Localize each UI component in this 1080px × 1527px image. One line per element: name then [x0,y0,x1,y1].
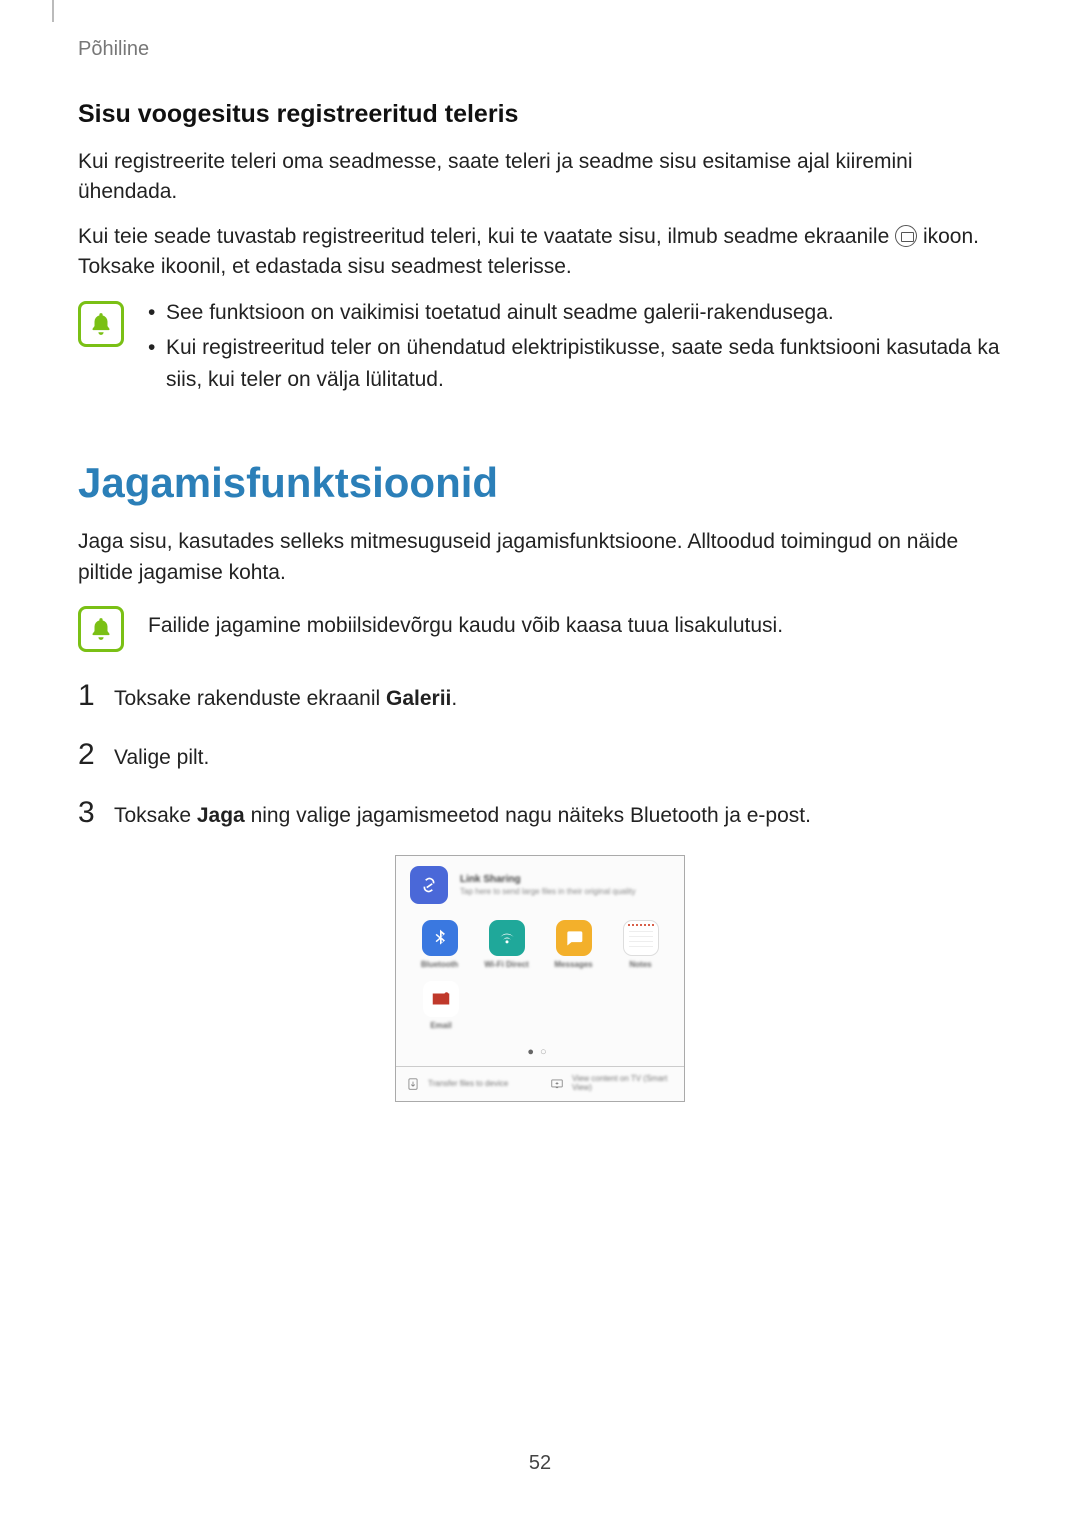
top-divider [52,0,54,22]
step-2-text: Valige pilt. [114,739,209,773]
link-sharing-icon [410,866,448,904]
notes-icon [623,920,659,956]
notes-label: Notes [629,960,651,969]
note-mobile-data: Failide jagamine mobiilsidevõrgu kaudu v… [148,602,1002,652]
share-apps-row2: Email [396,979,684,1042]
step-1-bold: Galerii [386,687,451,710]
share-app-wifidirect: Wi-Fi Direct [475,920,538,969]
para-sharing-intro: Jaga sisu, kasutades selleks mitmesuguse… [78,527,1002,588]
bullet-dot: • [148,332,154,395]
share-app-notes: Notes [609,920,672,969]
bullet-dot: • [148,297,154,329]
smart-view-label: View content on TV (Smart View) [572,1075,674,1093]
para-icon-pre: Kui teie seade tuvastab registreeritud t… [78,225,895,248]
steps-list: 1 Toksake rakenduste ekraanil Galerii. 2… [78,680,1002,831]
wifi-direct-icon [489,920,525,956]
share-app-bluetooth: Bluetooth [408,920,471,969]
step-1-pre: Toksake rakenduste ekraanil [114,687,386,710]
link-sharing-subtitle: Tap here to send large files in their or… [460,887,636,897]
page-number: 52 [0,1452,1080,1475]
share-app-email: Email [408,981,474,1030]
bluetooth-icon [422,920,458,956]
step-1-text: Toksake rakenduste ekraanil Galerii. [114,680,457,714]
main-content: Sisu voogesitus registreeritud teleris K… [78,100,1002,1102]
note-text-2: Kui registreeritud teler on ühendatud el… [166,332,1002,395]
link-sharing-title: Link Sharing [460,874,636,885]
para-register: Kui registreerite teleri oma seadmesse, … [78,147,1002,208]
page-indicator-dots: ●○ [396,1042,684,1066]
step-3-pre: Toksake [114,804,197,827]
step-3-bold: Jaga [197,804,245,827]
bell-icon [78,301,124,347]
step-number-1: 1 [78,681,100,711]
running-header: Põhiline [78,38,149,61]
step-3-post: ning valige jagamismeetod nagu näiteks B… [245,804,811,827]
email-icon [423,981,459,1017]
note-text-1: See funktsioon on vaikimisi toetatud ain… [166,297,834,329]
note-list-1: • See funktsioon on vaikimisi toetatud a… [148,297,1002,400]
share-sheet-figure: Link Sharing Tap here to send large file… [395,855,685,1102]
step-number-3: 3 [78,798,100,828]
smart-view-item: View content on TV (Smart View) [540,1067,684,1101]
subheading-stream: Sisu voogesitus registreeritud teleris [78,100,1002,129]
share-apps-grid: Bluetooth Wi-Fi Direct Messages [396,914,684,979]
transfer-files-label: Transfer files to device [428,1080,508,1089]
share-sheet-bottom: Transfer files to device View content on… [396,1066,684,1101]
note-block-2: Failide jagamine mobiilsidevõrgu kaudu v… [78,602,1002,652]
link-sharing-row: Link Sharing Tap here to send large file… [396,856,684,914]
transfer-files-item: Transfer files to device [396,1067,540,1101]
step-1-post: . [451,687,457,710]
step-number-2: 2 [78,740,100,770]
messages-label: Messages [554,960,592,969]
heading-sharing: Jagamisfunktsioonid [78,459,1002,507]
link-sharing-text: Link Sharing Tap here to send large file… [460,874,636,897]
note-block-1: • See funktsioon on vaikimisi toetatud a… [78,297,1002,400]
share-app-messages: Messages [542,920,605,969]
share-sheet: Link Sharing Tap here to send large file… [395,855,685,1102]
bluetooth-label: Bluetooth [421,960,458,969]
wifi-direct-label: Wi-Fi Direct [484,960,528,969]
email-label: Email [430,1021,451,1030]
bell-icon [78,606,124,652]
para-icon-appears: Kui teie seade tuvastab registreeritud t… [78,222,1002,283]
step-3-text: Toksake Jaga ning valige jagamismeetod n… [114,797,811,831]
cast-icon [895,225,917,247]
messages-icon [556,920,592,956]
